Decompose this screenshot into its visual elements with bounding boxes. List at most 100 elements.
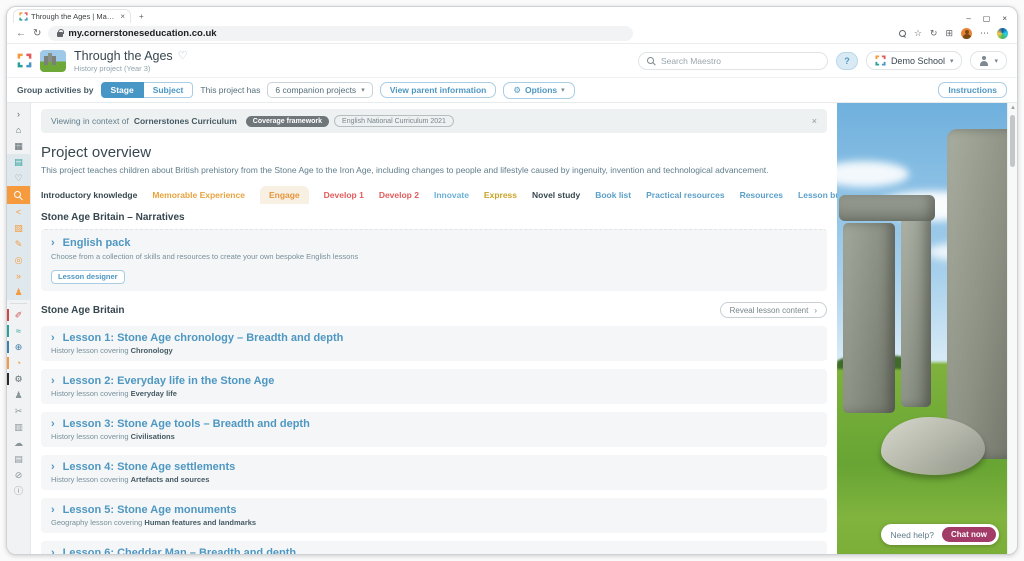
- target-icon[interactable]: ◎: [7, 252, 30, 268]
- edit-activity-icon[interactable]: ✎: [7, 236, 30, 252]
- info-icon[interactable]: ⓘ: [7, 483, 30, 499]
- tab-innovate[interactable]: Innovate: [434, 186, 469, 204]
- profile-avatar[interactable]: [961, 28, 972, 39]
- lesson-3-link[interactable]: › Lesson 3: Stone Age tools – Breadth an…: [51, 418, 817, 430]
- project-subtitle: History project (Year 3): [74, 64, 188, 73]
- address-bar: ← ↻ my.cornerstoneseducation.co.uk ☆ ↻ ⊞…: [7, 23, 1017, 44]
- view-parent-information-button[interactable]: View parent information: [380, 82, 497, 98]
- browser-logo-icon[interactable]: [997, 28, 1008, 39]
- options-button[interactable]: ⚙ Options ▾: [503, 82, 574, 99]
- tab-novel-study[interactable]: Novel study: [532, 186, 580, 204]
- tab-develop-1[interactable]: Develop 1: [324, 186, 364, 204]
- search-input[interactable]: Search Maestro: [638, 52, 828, 70]
- pupils-icon[interactable]: ♟: [7, 284, 30, 300]
- need-help-label: Need help?: [891, 530, 934, 540]
- trends-icon[interactable]: ≈: [7, 323, 30, 339]
- english-pack-link[interactable]: › English pack: [51, 237, 817, 249]
- narratives-heading: Stone Age Britain – Narratives: [41, 212, 827, 223]
- tab-practical-resources[interactable]: Practical resources: [646, 186, 724, 204]
- bookmark-star-icon[interactable]: ☆: [914, 28, 922, 39]
- instructions-button[interactable]: Instructions: [938, 82, 1007, 98]
- lesson-4-link[interactable]: › Lesson 4: Stone Age settlements: [51, 461, 817, 473]
- tab-develop-2[interactable]: Develop 2: [379, 186, 419, 204]
- forward-icon[interactable]: »: [7, 268, 30, 284]
- search-nav-active[interactable]: [7, 186, 30, 204]
- companion-projects-dropdown[interactable]: 6 companion projects ▾: [267, 82, 372, 98]
- more-menu-icon[interactable]: ⋯: [980, 28, 989, 39]
- stonehenge-photo: Need help? Chat now: [837, 103, 1007, 554]
- tab-close-icon[interactable]: ×: [120, 12, 125, 21]
- lesson-6-link[interactable]: › Lesson 6: Cheddar Man – Breadth and de…: [51, 547, 817, 554]
- zoom-icon[interactable]: [899, 30, 906, 37]
- search-icon: [14, 191, 23, 200]
- lesson-row: › Lesson 4: Stone Age settlements Histor…: [41, 455, 827, 490]
- share-icon[interactable]: <: [7, 204, 30, 220]
- school-building-icon[interactable]: ▥: [7, 419, 30, 435]
- help-chat-button[interactable]: ?: [836, 52, 858, 70]
- cornerstones-logo-icon[interactable]: [17, 53, 32, 68]
- close-icon[interactable]: ×: [1002, 14, 1007, 23]
- new-tab-button[interactable]: +: [139, 12, 144, 23]
- tab-book-list[interactable]: Book list: [595, 186, 631, 204]
- tools-icon[interactable]: ✂: [7, 403, 30, 419]
- search-icon: [647, 57, 655, 65]
- lesson-subject: History lesson covering: [51, 389, 129, 398]
- lesson-row: › Lesson 2: Everyday life in the Stone A…: [41, 369, 827, 404]
- stone-upright-left: [843, 223, 895, 413]
- tab-resources[interactable]: Resources: [740, 186, 783, 204]
- sidebar-expand-icon[interactable]: ›: [7, 106, 30, 122]
- home-icon[interactable]: ⌂: [7, 122, 30, 138]
- tab-memorable-experience[interactable]: Memorable Experience: [152, 186, 245, 204]
- tab-lesson-builder[interactable]: Lesson builder: [798, 186, 837, 204]
- planner-icon[interactable]: ▦: [7, 138, 30, 154]
- scroll-up-icon[interactable]: ▲: [1010, 105, 1016, 111]
- user-menu-button[interactable]: ▾: [970, 51, 1007, 70]
- browser-tab[interactable]: Through the Ages | Maestro ×: [13, 9, 131, 23]
- scrollbar-thumb[interactable]: [1010, 115, 1015, 167]
- lesson-title: Lesson 5: Stone Age monuments: [63, 504, 237, 516]
- lesson-topic: Chronology: [131, 346, 173, 355]
- lesson-1-link[interactable]: › Lesson 1: Stone Age chronology – Bread…: [51, 332, 817, 344]
- minimize-icon[interactable]: –: [966, 14, 970, 23]
- cloud-icon[interactable]: ☁: [7, 435, 30, 451]
- back-icon[interactable]: ←: [16, 28, 26, 39]
- marking-pen-icon[interactable]: ✐: [7, 307, 30, 323]
- extensions-icon[interactable]: ⊞: [945, 28, 953, 39]
- sidebar-divider: [10, 303, 27, 304]
- tab-introductory-knowledge[interactable]: Introductory knowledge: [41, 186, 137, 204]
- disabled-icon[interactable]: ⊘: [7, 467, 30, 483]
- chevron-right-icon: ›: [51, 237, 55, 249]
- lesson-2-link[interactable]: › Lesson 2: Everyday life in the Stone A…: [51, 375, 817, 387]
- lessons-heading: Stone Age Britain: [41, 305, 125, 316]
- address-bar-icons: ☆ ↻ ⊞ ⋯: [899, 28, 1008, 39]
- chevron-right-icon: ›: [51, 461, 55, 473]
- clock-icon[interactable]: ◔: [7, 355, 30, 371]
- tab-engage[interactable]: Engage: [260, 186, 309, 204]
- reveal-lesson-content-button[interactable]: Reveal lesson content ›: [720, 302, 827, 318]
- chat-now-button[interactable]: Chat now: [942, 527, 996, 542]
- globe-icon[interactable]: ⊕: [7, 339, 30, 355]
- subject-toggle-button[interactable]: Subject: [144, 82, 194, 98]
- favourite-heart-icon[interactable]: ♡: [178, 49, 188, 62]
- users-icon[interactable]: ♟: [7, 387, 30, 403]
- banner-close-icon[interactable]: ×: [812, 116, 817, 126]
- lesson-designer-chip[interactable]: Lesson designer: [51, 270, 125, 284]
- school-switcher-button[interactable]: Demo School ▾: [866, 51, 963, 70]
- maximize-icon[interactable]: ▢: [983, 14, 991, 23]
- favourites-heart-icon[interactable]: ♡: [7, 170, 30, 186]
- library-icon[interactable]: ▤: [7, 451, 30, 467]
- lesson-5-link[interactable]: › Lesson 5: Stone Age monuments: [51, 504, 817, 516]
- tab-express[interactable]: Express: [484, 186, 517, 204]
- reveal-label: Reveal lesson content: [730, 306, 809, 315]
- gear-icon[interactable]: ⚙: [7, 371, 30, 387]
- stage-toggle-button[interactable]: Stage: [101, 82, 144, 98]
- reload-icon[interactable]: ↻: [33, 28, 41, 39]
- url-box[interactable]: my.cornerstoneseducation.co.uk: [48, 26, 633, 41]
- page-scrollbar[interactable]: ▲: [1007, 103, 1017, 554]
- lesson-subject: History lesson covering: [51, 346, 129, 355]
- sync-icon[interactable]: ↻: [930, 28, 938, 39]
- site-info-icon[interactable]: [57, 32, 63, 37]
- lesson-topic: Civilisations: [131, 432, 175, 441]
- activity-chart-icon[interactable]: ▧: [7, 220, 30, 236]
- curriculum-icon[interactable]: ▤: [7, 154, 30, 170]
